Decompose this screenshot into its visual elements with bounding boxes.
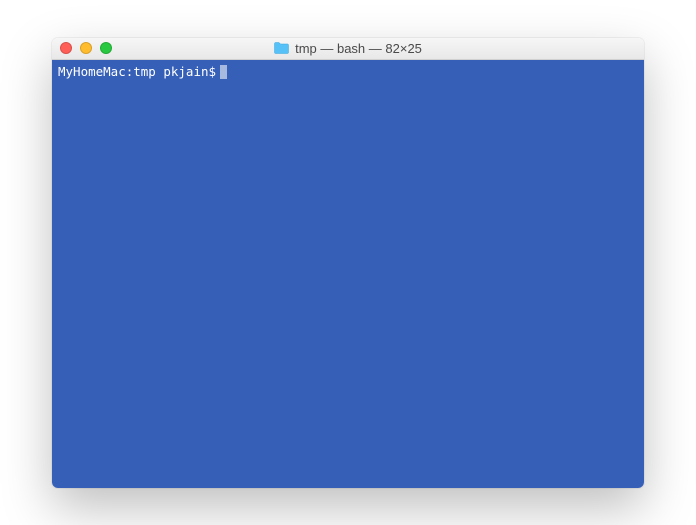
window-controls: [60, 42, 112, 54]
shell-prompt: MyHomeMac:tmp pkjain$: [58, 64, 216, 81]
folder-icon: [274, 42, 289, 54]
minimize-button[interactable]: [80, 42, 92, 54]
titlebar[interactable]: tmp — bash — 82×25: [52, 38, 644, 60]
maximize-button[interactable]: [100, 42, 112, 54]
window-title: tmp — bash — 82×25: [295, 41, 422, 56]
close-button[interactable]: [60, 42, 72, 54]
cursor: [220, 65, 227, 79]
prompt-line: MyHomeMac:tmp pkjain$: [58, 64, 638, 81]
window-title-area: tmp — bash — 82×25: [52, 41, 644, 56]
terminal-window: tmp — bash — 82×25 MyHomeMac:tmp pkjain$: [52, 38, 644, 488]
terminal-body[interactable]: MyHomeMac:tmp pkjain$: [52, 60, 644, 488]
